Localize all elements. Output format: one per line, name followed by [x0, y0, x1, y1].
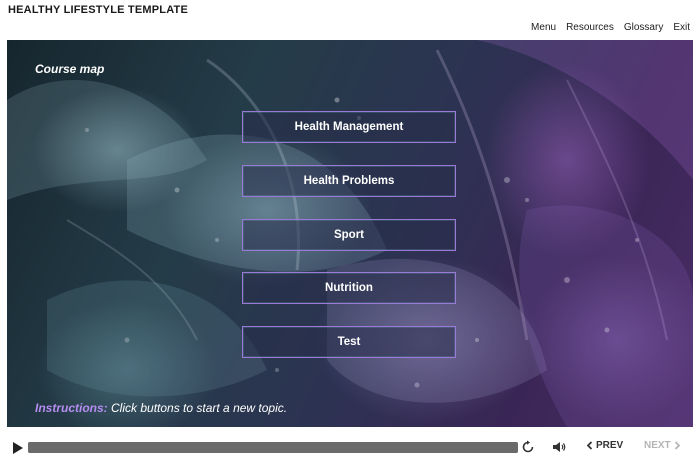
progress-bar[interactable]	[28, 442, 518, 453]
slide-heading: Course map	[35, 62, 105, 76]
menu-link[interactable]: Menu	[531, 22, 556, 33]
top-nav: Menu Resources Glossary Exit	[531, 22, 690, 33]
topic-button-health-management[interactable]: Health Management	[242, 111, 456, 143]
next-button: NEXT	[644, 440, 681, 451]
glossary-link[interactable]: Glossary	[624, 22, 663, 33]
instructions: Instructions: Click buttons to start a n…	[35, 401, 287, 415]
chevron-left-icon	[586, 441, 593, 450]
player-bar: PREV NEXT	[0, 432, 700, 466]
prev-button[interactable]: PREV	[586, 440, 623, 451]
instructions-label: Instructions:	[35, 401, 108, 415]
next-label: NEXT	[644, 440, 671, 451]
chevron-right-icon	[674, 441, 680, 450]
prev-label: PREV	[596, 440, 624, 451]
instructions-text: Click buttons to start a new topic.	[111, 401, 288, 415]
progress-fill	[28, 442, 518, 453]
exit-link[interactable]: Exit	[673, 22, 690, 33]
topic-button-nutrition[interactable]: Nutrition	[242, 272, 456, 304]
play-icon[interactable]	[12, 441, 24, 455]
slide-stage: Course map Health Management Health Prob…	[7, 40, 693, 427]
resources-link[interactable]: Resources	[566, 22, 614, 33]
topic-button-sport[interactable]: Sport	[242, 219, 456, 251]
volume-icon[interactable]	[552, 440, 566, 454]
topic-button-test[interactable]: Test	[242, 326, 456, 358]
replay-icon[interactable]	[521, 440, 535, 454]
topic-button-health-problems[interactable]: Health Problems	[242, 165, 456, 197]
app-title: HEALTHY LIFESTYLE TEMPLATE	[8, 4, 188, 16]
